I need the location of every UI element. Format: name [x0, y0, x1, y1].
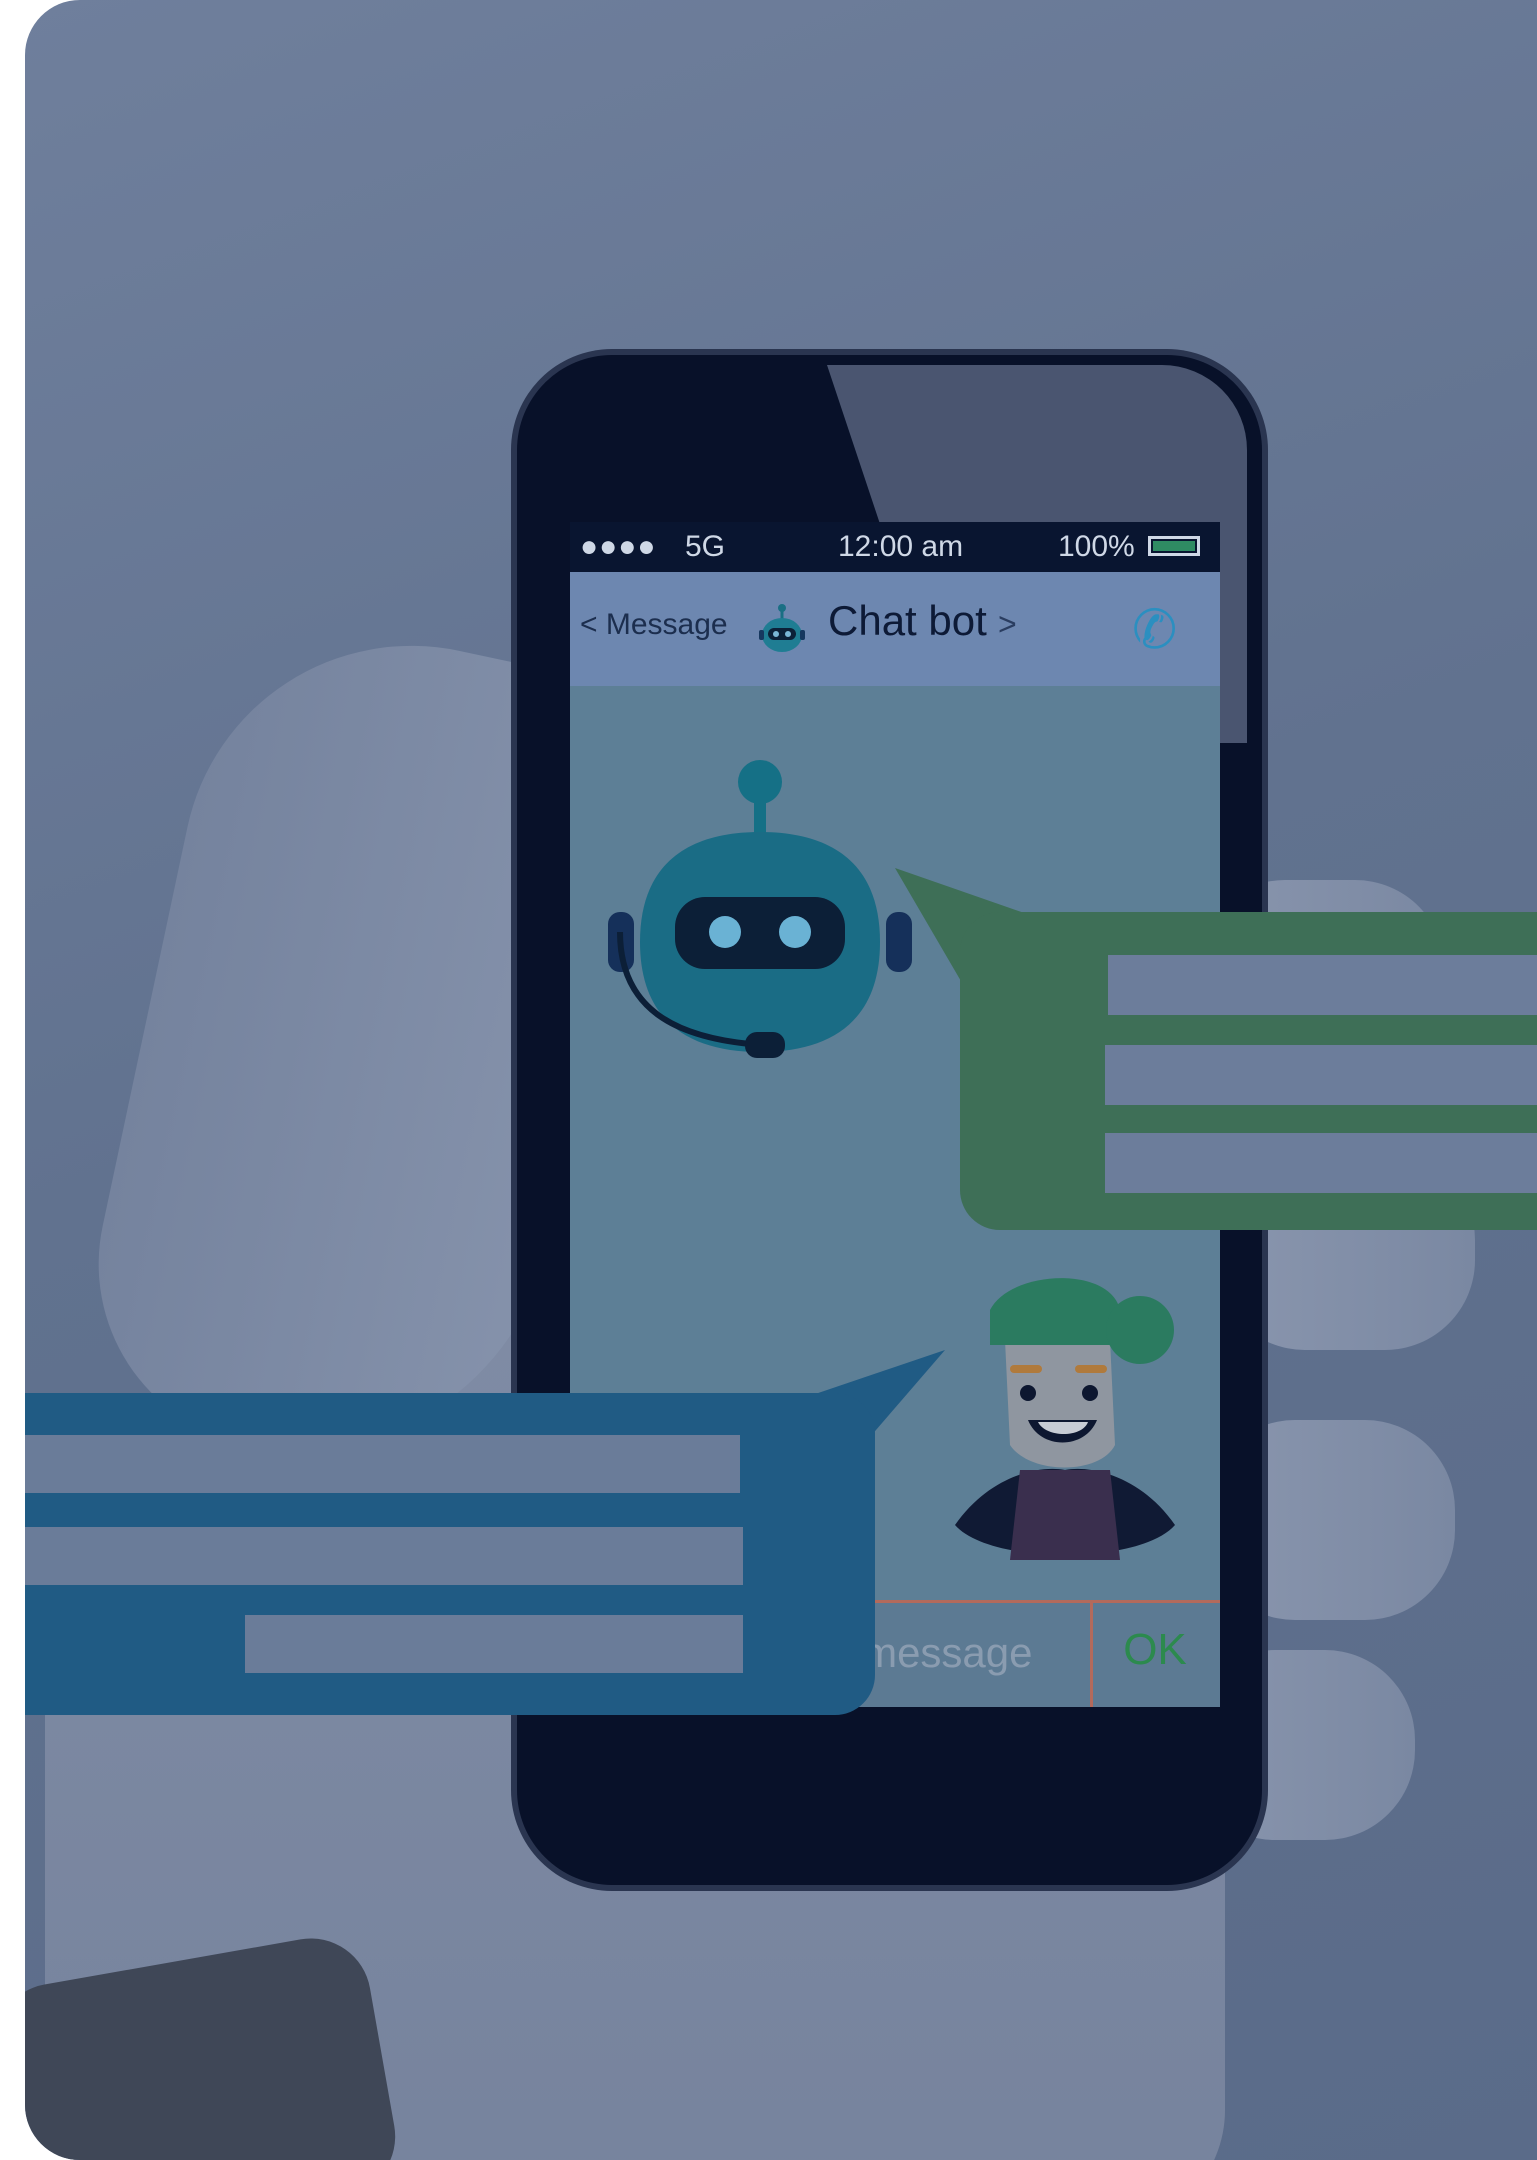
battery-icon [1148, 536, 1200, 556]
text-placeholder-line [25, 1527, 743, 1585]
text-placeholder-line [25, 1435, 740, 1493]
chat-title[interactable]: Chat bot [828, 597, 987, 645]
phone-icon[interactable]: ✆ [1132, 598, 1177, 661]
user-avatar-icon [955, 1278, 1175, 1560]
text-placeholder-line [1105, 1133, 1537, 1193]
photo-background: ●●●● 5G 12:00 am 100% < Message Chat bot… [25, 0, 1537, 2160]
signal-strength-icon: ●●●● [580, 530, 657, 563]
battery-fill [1153, 541, 1195, 551]
battery-percent: 100% [1058, 530, 1135, 563]
send-button[interactable]: OK [1100, 1625, 1210, 1675]
text-placeholder-line [1105, 1045, 1537, 1105]
text-placeholder-line [1108, 955, 1537, 1015]
divider [1090, 1603, 1093, 1707]
chevron-right-icon: > [998, 606, 1017, 642]
chat-header: < Message Chat bot > ✆ [570, 572, 1220, 686]
text-placeholder-line [245, 1615, 743, 1673]
status-bar: ●●●● 5G 12:00 am 100% [570, 522, 1220, 572]
network-label: 5G [685, 530, 726, 563]
robot-icon [608, 760, 912, 1058]
back-button[interactable]: < Message [580, 608, 728, 642]
robot-avatar-icon [759, 604, 805, 652]
clock: 12:00 am [838, 530, 964, 563]
